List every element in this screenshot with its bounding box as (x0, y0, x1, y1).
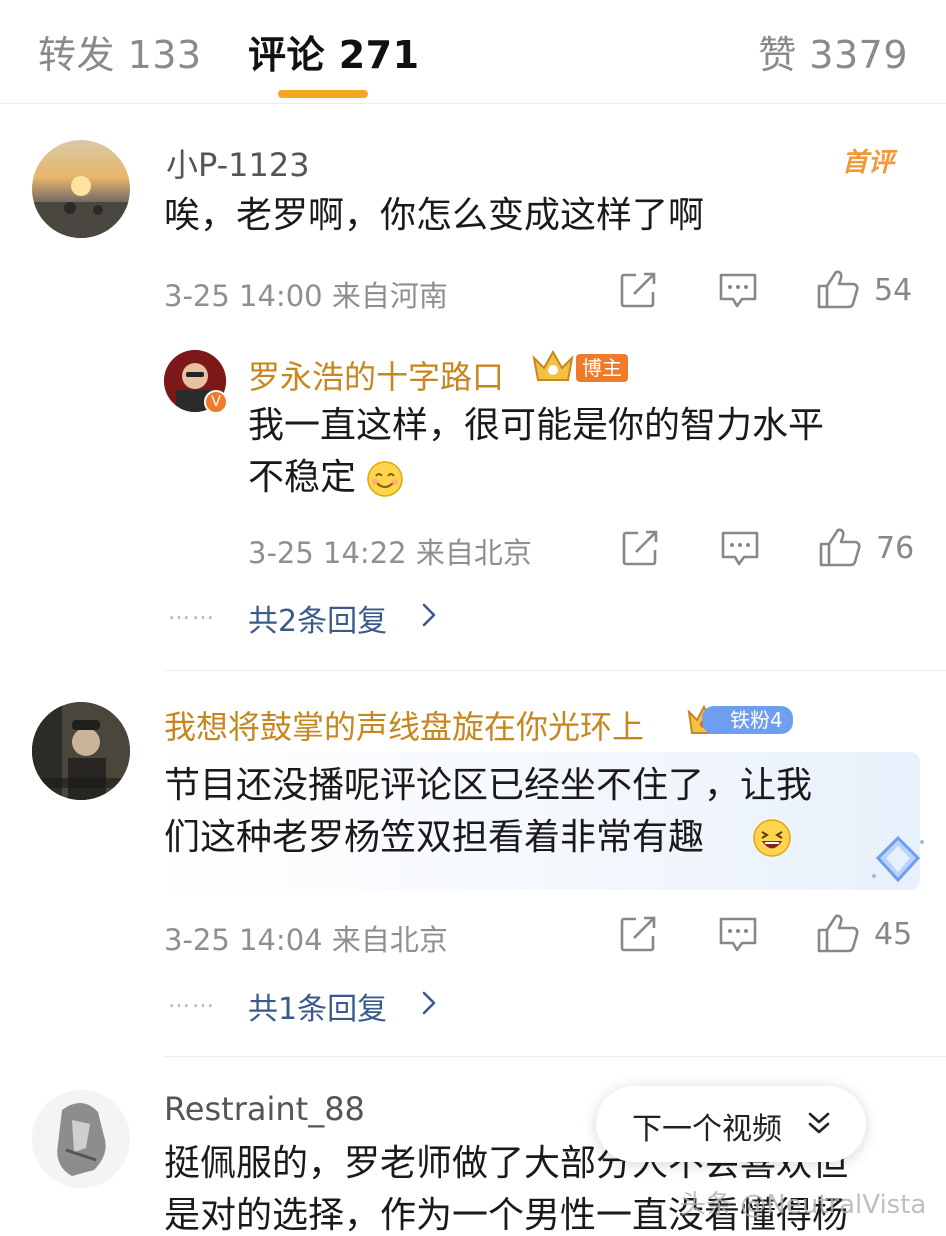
divider (164, 1056, 946, 1057)
reply-text-line1: 我一直这样，很可能是你的智力水平 (248, 405, 825, 446)
divider (0, 103, 946, 104)
comment-text-line2: 们这种老罗杨笠双担看着非常有趣 (164, 817, 705, 858)
comment-text-line1: 节目还没播呢评论区已经坐不住了，让我 (164, 765, 813, 806)
chevron-right-icon[interactable] (420, 602, 438, 628)
laugh-emoji-icon (753, 819, 791, 857)
next-video-button[interactable]: 下一个视频 (596, 1086, 866, 1162)
comment-icon[interactable] (718, 916, 758, 954)
thumbs-up-icon[interactable] (816, 268, 860, 310)
share-icon[interactable] (618, 270, 658, 310)
comment-text: 唉，老罗啊，你怎么变成这样了啊 (164, 195, 705, 236)
avatar[interactable] (32, 1090, 130, 1188)
tab-like[interactable]: 赞 3379 (758, 24, 908, 79)
like-count: 76 (876, 531, 915, 566)
avatar[interactable] (32, 140, 130, 238)
avatar-image (32, 702, 130, 800)
avatar-image (32, 1090, 130, 1188)
first-comment-badge: 首评 (842, 148, 895, 178)
smile-emoji-icon (367, 461, 403, 497)
chevron-right-icon[interactable] (420, 990, 438, 1016)
comment-username[interactable]: 我想将鼓掌的声线盘旋在你光环上 (164, 702, 644, 748)
comment-icon[interactable] (718, 272, 758, 310)
comment-username[interactable]: Restraint_88 (164, 1090, 365, 1128)
replies-dots: …… (168, 988, 216, 1013)
thumbs-up-icon[interactable] (816, 912, 860, 954)
thumbs-up-icon[interactable] (818, 526, 862, 568)
verified-icon: V (204, 390, 228, 414)
comment-meta: 3-25 14:00 来自河南 (164, 279, 448, 313)
reply-meta: 3-25 14:22 来自北京 (248, 536, 532, 570)
share-icon[interactable] (618, 914, 658, 954)
tab-forward[interactable]: 转发 133 (38, 24, 202, 79)
divider (164, 670, 946, 671)
share-icon[interactable] (620, 528, 660, 568)
replies-dots: …… (168, 600, 216, 625)
reply-text-line2: 不稳定 (248, 457, 357, 498)
more-replies-link[interactable]: 共1条回复 (248, 984, 387, 1028)
more-replies-link[interactable]: 共2条回复 (248, 596, 387, 640)
like-count: 45 (874, 917, 913, 952)
watermark: 头条 @NeutralVista (680, 1190, 927, 1220)
like-count: 54 (874, 273, 913, 308)
diamond-icon (872, 835, 924, 883)
comment-username[interactable]: 小P-1123 (166, 140, 310, 186)
chevron-down-icon (808, 1112, 830, 1134)
fan-badge: 铁粉4 (702, 706, 793, 734)
avatar[interactable] (32, 702, 130, 800)
comment-icon[interactable] (720, 530, 760, 568)
blogger-badge: 博主 (576, 354, 628, 382)
tab-bar: 转发 133 评论 271 赞 3379 (0, 0, 946, 104)
reply-username[interactable]: 罗永浩的十字路口 (248, 352, 504, 398)
next-video-label: 下一个视频 (632, 1112, 782, 1147)
tab-comment[interactable]: 评论 271 (248, 24, 420, 79)
active-tab-indicator (278, 90, 368, 98)
crown-icon (532, 349, 574, 381)
comment-meta: 3-25 14:04 来自北京 (164, 923, 448, 957)
avatar-image (32, 176, 130, 238)
